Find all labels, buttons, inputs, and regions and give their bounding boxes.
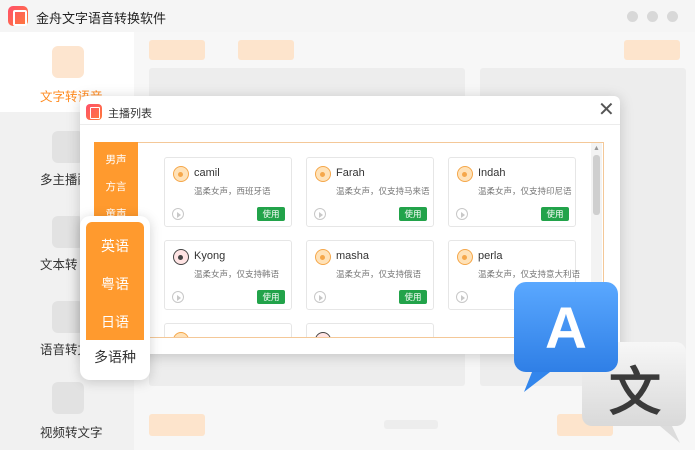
use-button[interactable]: 使用 [541, 207, 569, 221]
video-to-text-icon [52, 382, 84, 414]
use-button[interactable]: 使用 [257, 290, 285, 304]
anchor-description: 温柔女声，西班牙语 [194, 186, 271, 196]
divider [80, 124, 620, 125]
sidebar-item-label: 文本转 [40, 258, 78, 272]
anchor-name: Kyong [194, 250, 226, 262]
close-icon[interactable]: ✕ [598, 100, 615, 120]
anchor-card[interactable]: Indah 温柔女声，仅支持印尼语 使用 [448, 157, 576, 227]
anchor-card[interactable]: Farah 温柔女声，仅支持马来语 使用 [306, 157, 434, 227]
maximize-button[interactable] [647, 11, 658, 22]
app-title: 金舟文字语音转换软件 [36, 11, 167, 26]
use-button[interactable]: 使用 [399, 207, 427, 221]
title-bar: 金舟文字语音转换软件 [0, 0, 695, 32]
female-avatar-icon [173, 332, 189, 337]
play-icon[interactable] [456, 291, 468, 303]
use-button[interactable]: 使用 [399, 290, 427, 304]
play-icon[interactable] [314, 291, 326, 303]
anchor-card[interactable] [164, 323, 292, 337]
anchor-description: 温柔女声，仅支持印尼语 [478, 186, 572, 196]
anchor-name: Indah [478, 167, 506, 179]
toolbar-placeholder-3[interactable] [624, 40, 680, 60]
anchor-name: Farah [336, 167, 365, 179]
scroll-up-icon[interactable]: ▲ [593, 145, 600, 152]
category-male[interactable]: 男声 [94, 152, 138, 167]
anchor-name: perla [478, 250, 503, 262]
play-icon[interactable] [172, 291, 184, 303]
play-icon[interactable] [456, 208, 468, 220]
translate-icon: A 文 [510, 278, 695, 450]
language-japanese[interactable]: 日语 [80, 312, 150, 332]
female-avatar-icon [315, 166, 331, 182]
anchor-description: 温柔女声，仅支持韩语 [194, 269, 280, 279]
language-english[interactable]: 英语 [80, 236, 150, 256]
toolbar-placeholder-2[interactable] [238, 40, 294, 60]
app-logo-icon [8, 6, 28, 26]
anchor-description: 温柔女声，仅支持俄语 [336, 269, 422, 279]
anchor-description: 温柔女声，仅支持马来语 [336, 186, 430, 196]
male-avatar-icon [315, 332, 331, 337]
anchor-card[interactable]: camil 温柔女声，西班牙语 使用 [164, 157, 292, 227]
anchor-card[interactable]: masha 温柔女声，仅支持俄语 使用 [306, 240, 434, 310]
anchor-name: camil [194, 167, 220, 179]
use-button[interactable]: 使用 [257, 207, 285, 221]
category-dialect[interactable]: 方言 [94, 179, 138, 194]
anchor-name: masha [336, 250, 370, 262]
female-avatar-icon [173, 166, 189, 182]
bottom-button-placeholder-1[interactable] [149, 414, 205, 436]
male-avatar-icon [173, 249, 189, 265]
language-multilingual[interactable]: 多语种 [80, 347, 150, 367]
language-panel: 英语 粤语 日语 多语种 [80, 216, 150, 380]
female-avatar-icon [315, 249, 331, 265]
dialog-logo-icon [86, 104, 102, 120]
toolbar-placeholder-1[interactable] [149, 40, 205, 60]
text-to-speech-icon [52, 46, 84, 78]
anchor-card[interactable] [306, 323, 434, 337]
anchor-card[interactable]: Kyong 温柔女声，仅支持韩语 使用 [164, 240, 292, 310]
female-avatar-icon [457, 166, 473, 182]
letter-a-glyph: A [545, 296, 587, 361]
sidebar-item-label: 视频转文字 [40, 426, 103, 440]
bottom-bar-placeholder [384, 420, 438, 429]
play-icon[interactable] [172, 208, 184, 220]
scroll-thumb[interactable] [593, 155, 600, 215]
female-avatar-icon [457, 249, 473, 265]
close-window-button[interactable] [667, 11, 678, 22]
dialog-title: 主播列表 [108, 108, 152, 120]
sidebar-item-video-to-text[interactable]: 视频转文字 [0, 372, 134, 450]
language-cantonese[interactable]: 粤语 [80, 274, 150, 294]
play-icon[interactable] [314, 208, 326, 220]
letter-wen-glyph: 文 [609, 363, 661, 423]
minimize-button[interactable] [627, 11, 638, 22]
